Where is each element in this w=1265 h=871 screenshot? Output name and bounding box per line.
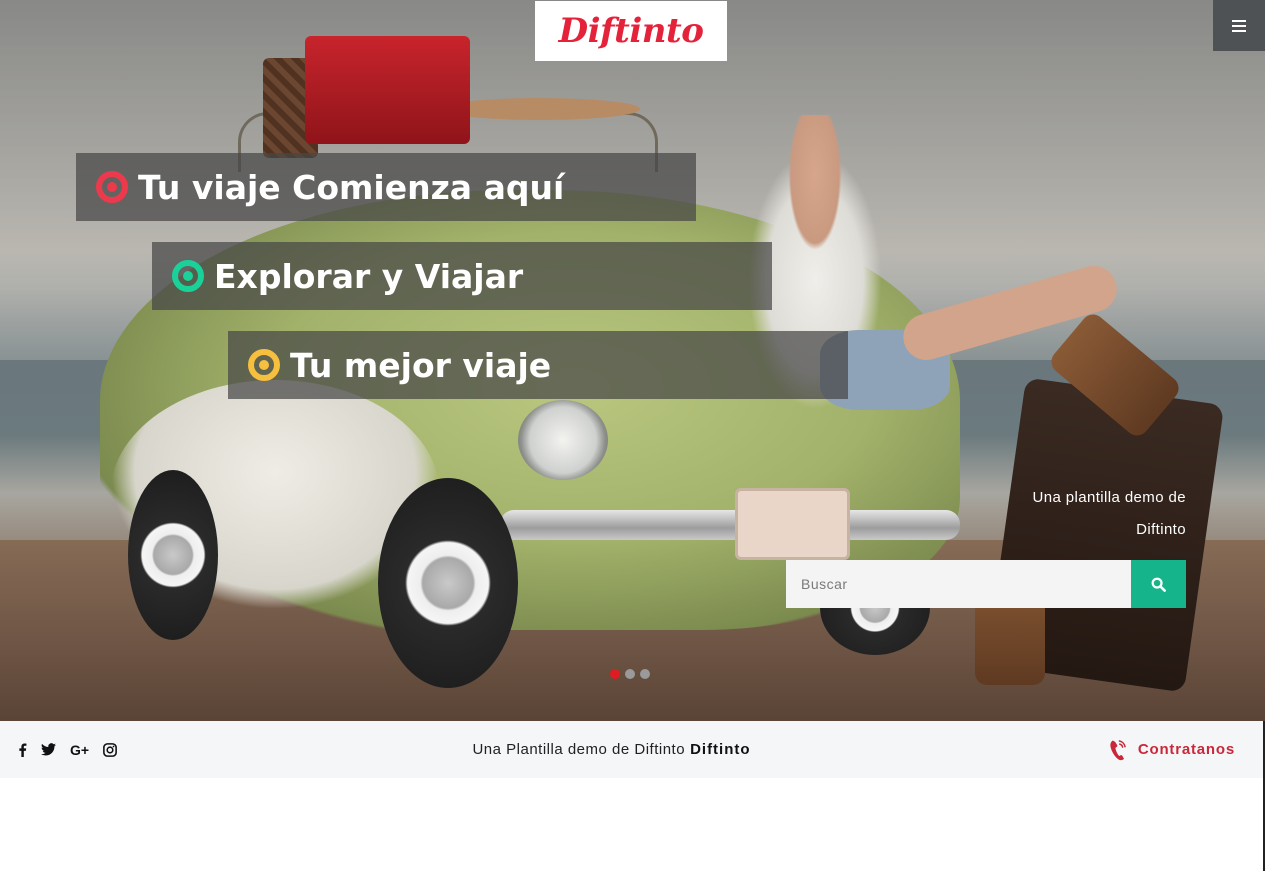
footer-credit: Una Plantilla demo de Diftinto Diftinto: [0, 721, 1223, 778]
menu-button[interactable]: [1213, 0, 1265, 51]
footer-credit-brand: Diftinto: [690, 741, 751, 758]
search-button[interactable]: [1131, 560, 1186, 608]
target-icon: [172, 260, 204, 292]
tagline-3: Tu mejor viaje: [228, 331, 848, 399]
bottom-bar: G+ Una Plantilla demo de Diftinto Diftin…: [0, 721, 1265, 778]
site-logo[interactable]: Diftinto: [535, 1, 727, 61]
phone-icon: [1110, 739, 1126, 760]
hamburger-icon: [1232, 19, 1246, 32]
demo-caption-line2: Diftinto: [1136, 521, 1186, 538]
red-cooler: [305, 36, 470, 144]
rear-wheel: [128, 470, 218, 640]
slider-dot-2[interactable]: [625, 669, 635, 679]
car-headlight: [518, 400, 608, 480]
tagline-2-text: Explorar y Viajar: [214, 256, 524, 296]
slider-dots: [610, 669, 650, 679]
tagline-2: Explorar y Viajar: [152, 242, 772, 310]
search-icon: [1151, 577, 1166, 592]
license-plate: [735, 488, 850, 560]
surfboard: [440, 98, 640, 120]
footer-credit-text: Una Plantilla demo de Diftinto: [472, 741, 686, 758]
contact-label: Contratanos: [1137, 741, 1235, 758]
slider-dot-1[interactable]: [610, 669, 620, 679]
contact-link[interactable]: Contratanos: [1109, 721, 1235, 778]
front-wheel: [378, 478, 518, 688]
search-input[interactable]: [786, 560, 1131, 608]
tagline-1: Tu viaje Comienza aquí: [76, 153, 696, 221]
logo-text: Diftinto: [558, 11, 704, 51]
slider-dot-3[interactable]: [640, 669, 650, 679]
target-icon: [96, 171, 128, 203]
search-form: [786, 560, 1186, 608]
target-icon: [248, 349, 280, 381]
demo-caption-line1: Una plantilla demo de: [1032, 489, 1186, 506]
tagline-1-text: Tu viaje Comienza aquí: [138, 167, 565, 207]
demo-caption: Una plantilla demo de Diftinto: [990, 482, 1186, 546]
tagline-3-text: Tu mejor viaje: [290, 345, 552, 385]
car-bumper: [500, 510, 960, 540]
